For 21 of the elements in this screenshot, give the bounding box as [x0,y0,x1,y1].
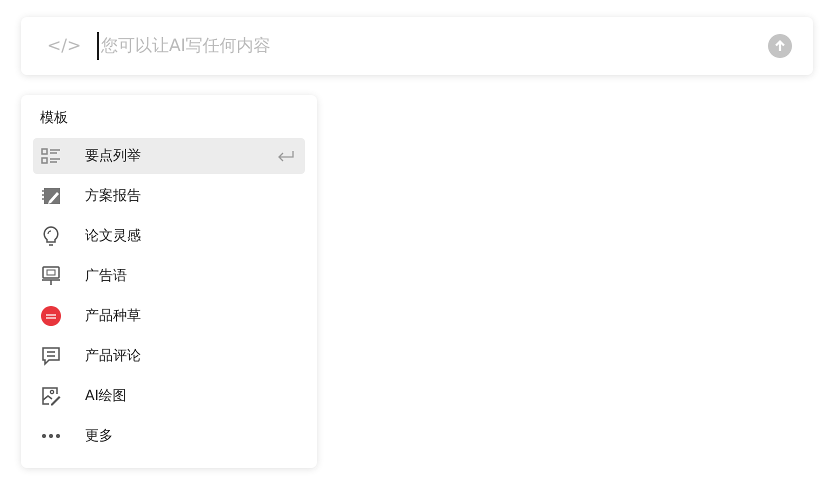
template-item[interactable]: 更多 [33,418,305,454]
list-icon [41,147,61,165]
template-item[interactable]: AI绘图 [33,378,305,414]
comment-icon [41,346,61,366]
pen-notebook-icon [41,187,61,205]
code-icon: </> [47,36,97,56]
billboard-icon [41,266,61,286]
template-item[interactable]: 要点列举 [33,138,305,174]
template-item[interactable]: 产品评论 [33,338,305,374]
app-logo-icon [41,306,61,326]
more-icon [41,433,61,439]
prompt-input[interactable]: 您可以让AI写任何内容 [97,32,768,60]
image-pen-icon [41,386,61,406]
send-button[interactable] [768,34,792,58]
template-item[interactable]: 论文灵感 [33,218,305,254]
menu-title: 模板 [39,109,69,128]
enter-key-icon [277,150,295,162]
template-item[interactable]: 方案报告 [33,178,305,214]
lightbulb-icon [43,226,59,246]
template-item[interactable]: 广告语 [33,258,305,294]
template-item[interactable]: 产品种草 [33,298,305,334]
